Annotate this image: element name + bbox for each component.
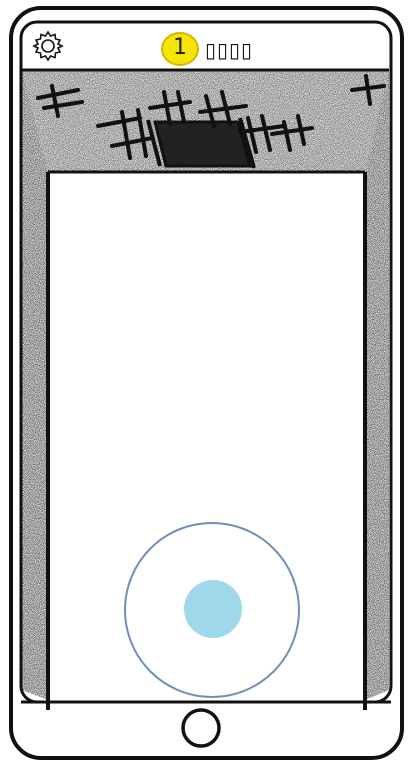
level-label: ▯▯▯▯ (205, 38, 254, 62)
level-badge: 1 (160, 31, 200, 67)
gear-icon[interactable] (31, 29, 65, 63)
right-wall (363, 70, 389, 710)
virtual-joystick[interactable] (123, 521, 301, 699)
joystick-knob[interactable] (184, 580, 242, 638)
left-wall (22, 70, 50, 710)
home-button-icon[interactable] (181, 708, 221, 748)
ceiling-opening (146, 117, 256, 169)
level-number: 1 (173, 35, 187, 60)
